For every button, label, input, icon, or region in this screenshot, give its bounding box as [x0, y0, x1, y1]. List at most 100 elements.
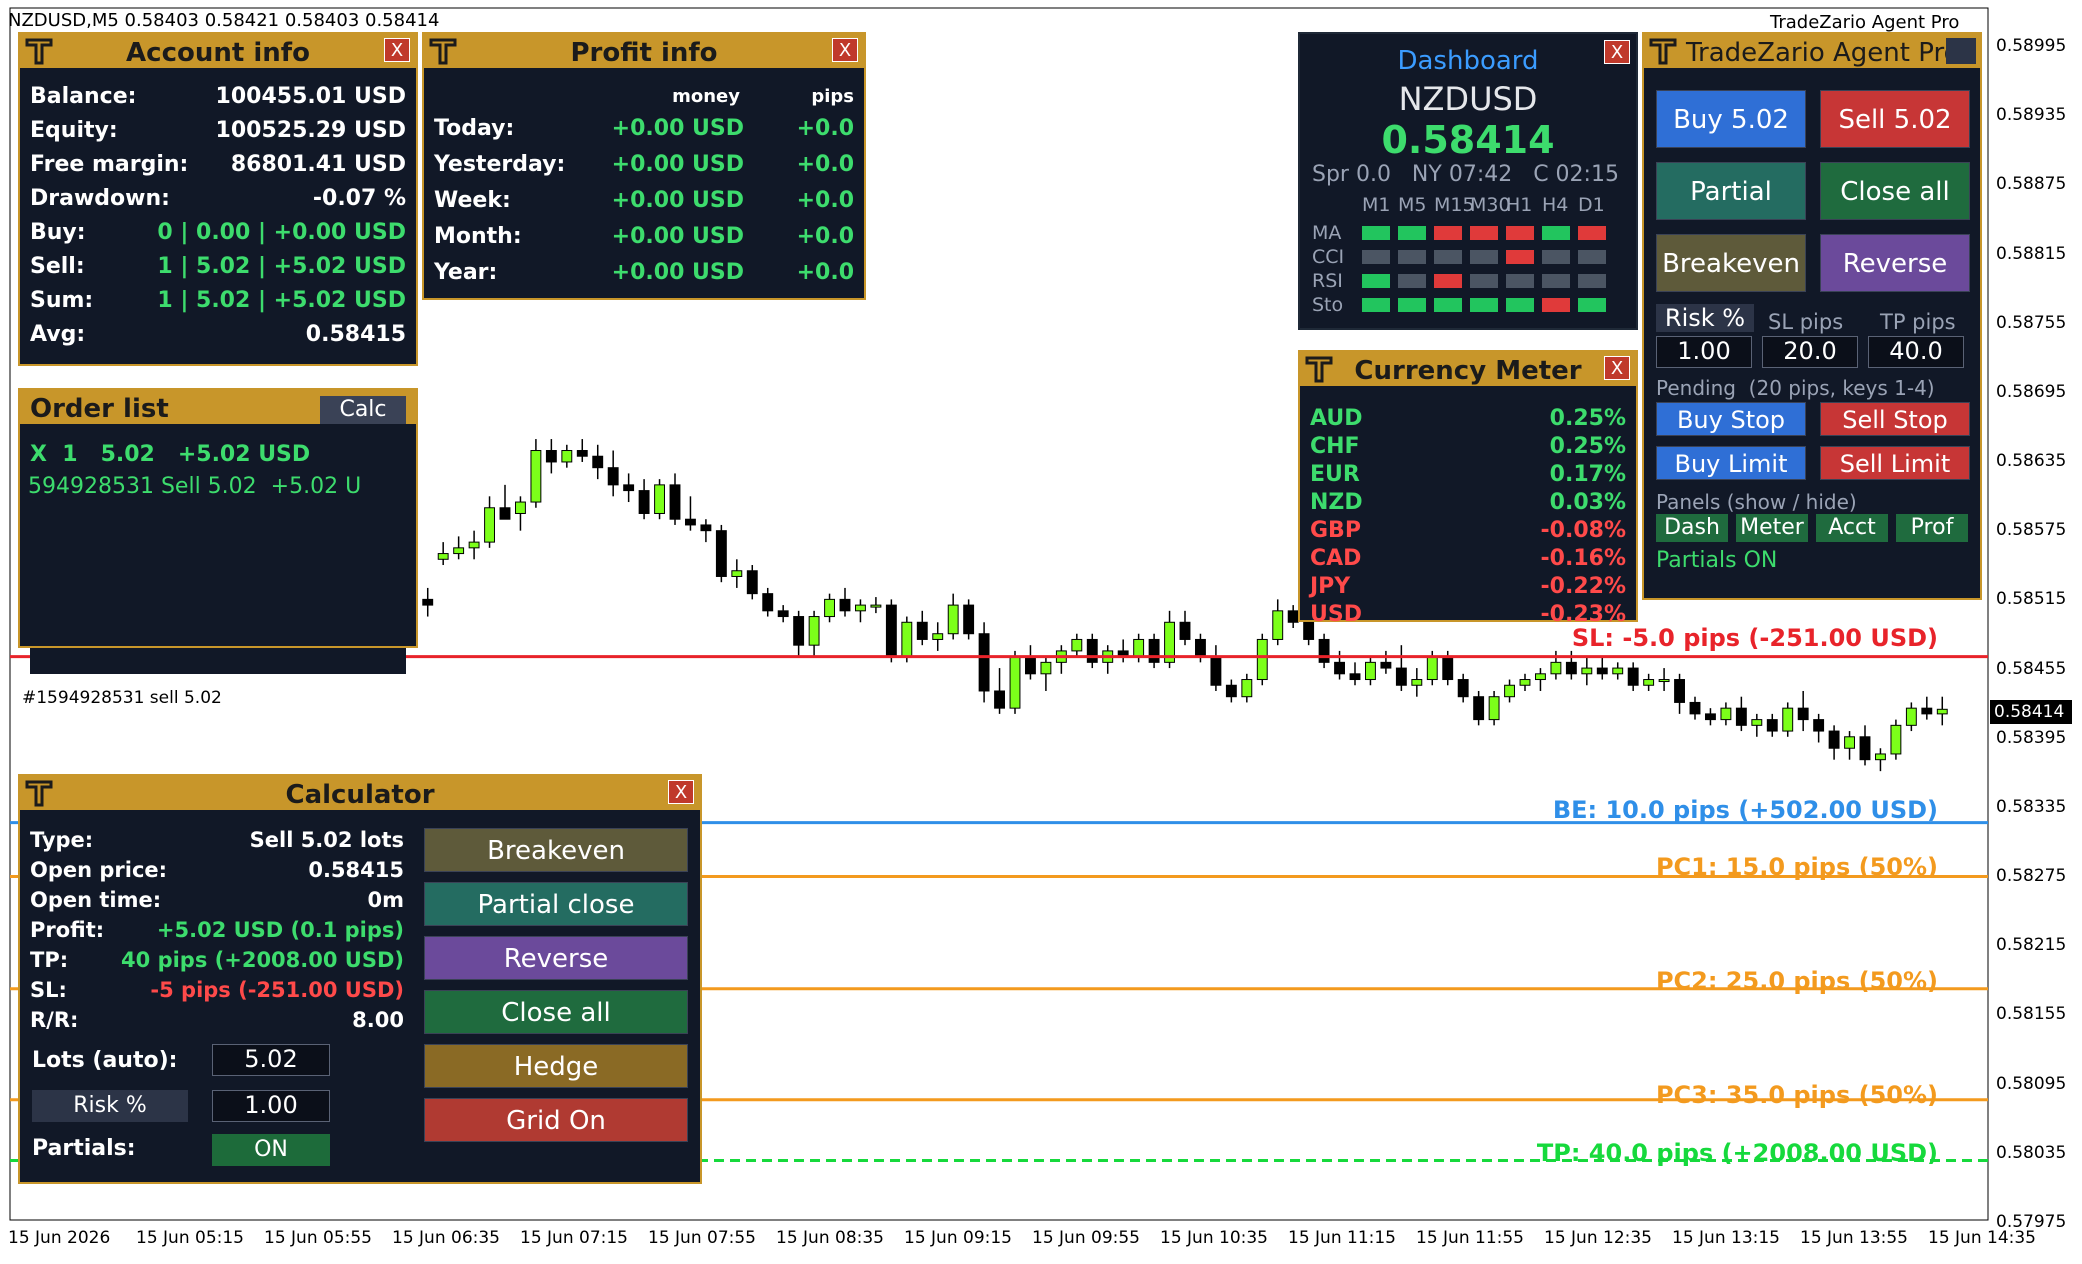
prof-toggle[interactable]: Prof	[1896, 514, 1968, 542]
grid-on-button[interactable]: Grid On	[424, 1098, 688, 1142]
close-icon[interactable]: X	[832, 38, 858, 62]
reverse-button[interactable]: Reverse	[1820, 234, 1970, 292]
dashboard-title[interactable]: Dashboard	[1300, 46, 1636, 76]
candle-body	[1797, 707, 1809, 721]
sl-pips-input[interactable]: 20.0	[1762, 336, 1858, 368]
partial-button[interactable]: Partial	[1656, 162, 1806, 220]
minimize-button[interactable]	[1946, 38, 1976, 64]
time-tick-label: 15 Jun 09:15	[904, 1228, 1012, 1248]
signal-cell	[1542, 250, 1570, 264]
candle-body	[1565, 661, 1577, 675]
candle-body	[1519, 679, 1531, 686]
sell-button[interactable]: Sell 5.02	[1820, 90, 1970, 148]
order-list-panel: Order list Calc X 1 5.02 +5.02 USD 59492…	[18, 388, 418, 674]
lots-label: Lots (auto):	[32, 1048, 178, 1073]
indicator-label: CCI	[1312, 246, 1345, 268]
candle-body	[1365, 661, 1376, 681]
risk-input[interactable]: 1.00	[212, 1090, 330, 1122]
close-icon[interactable]: X	[1604, 356, 1630, 380]
candle-body	[885, 604, 897, 658]
candle-body	[1550, 661, 1562, 675]
candle-body	[1009, 656, 1021, 709]
account-row-label: Sum:	[30, 288, 94, 313]
candle-body	[1195, 638, 1206, 658]
indicator-label: Sto	[1312, 294, 1344, 316]
candle-body	[1380, 661, 1392, 669]
calc-row-value: -5 pips (-251.00 USD)	[150, 978, 404, 1002]
col-pips-header: pips	[811, 86, 854, 107]
buy-limit-button[interactable]: Buy Limit	[1656, 446, 1806, 480]
sl-level-label[interactable]: SL: -5.0 pips (-251.00 USD)	[1572, 624, 1938, 652]
calc-button[interactable]: Calc	[320, 396, 406, 424]
tradezario-logo-icon	[25, 38, 53, 65]
tp-level-label[interactable]: TP: 40.0 pips (+2008.00 USD)	[1537, 1139, 1938, 1167]
signal-cell	[1470, 298, 1498, 312]
account-info-title[interactable]: Account info	[20, 34, 416, 68]
agent-title[interactable]: TradeZario Agent Pro	[1644, 34, 1980, 68]
candle-body	[1689, 701, 1701, 715]
indicator-label: MA	[1312, 222, 1342, 244]
calc-row-label: R/R:	[30, 1008, 79, 1032]
partials-status: Partials ON	[1656, 548, 1778, 573]
sell-limit-button[interactable]: Sell Limit	[1820, 446, 1970, 480]
breakeven-button[interactable]: Breakeven	[1656, 234, 1806, 292]
reverse-button[interactable]: Reverse	[424, 936, 688, 980]
close-icon[interactable]: X	[668, 780, 694, 804]
candle-body	[1148, 638, 1160, 663]
buy-stop-button[interactable]: Buy Stop	[1656, 402, 1806, 436]
be-level-label[interactable]: BE: 10.0 pips (+502.00 USD)	[1553, 796, 1938, 824]
profit-pips-value: +0.0	[796, 188, 854, 213]
candle-body	[468, 541, 480, 549]
time-tick-label: 15 Jun 11:15	[1288, 1228, 1396, 1248]
partial-close-button[interactable]: Partial close	[424, 882, 688, 926]
risk-input[interactable]: 1.00	[1656, 336, 1752, 368]
lots-input[interactable]: 5.02	[212, 1044, 330, 1076]
timeframe-label: M5	[1398, 194, 1427, 216]
brand-watermark: TradeZario Agent Pro	[1770, 12, 1960, 33]
account-row-label: Drawdown:	[30, 186, 170, 211]
breakeven-button[interactable]: Breakeven	[424, 828, 688, 872]
timeframe-label: M15	[1434, 194, 1475, 216]
account-row-value: 100455.01 USD	[215, 84, 406, 109]
dash-toggle[interactable]: Dash	[1656, 514, 1728, 542]
sell-stop-button[interactable]: Sell Stop	[1820, 402, 1970, 436]
calc-row: TP: 40 pips (+2008.00 USD)	[30, 948, 404, 982]
pc2-level-label[interactable]: PC2: 25.0 pips (50%)	[1656, 967, 1938, 995]
calc-row-label: Profit:	[30, 918, 105, 942]
tp-pips-input[interactable]: 40.0	[1868, 336, 1964, 368]
currency-meter-title[interactable]: Currency Meter	[1300, 352, 1636, 386]
risk-mode-toggle[interactable]: Risk %	[1656, 304, 1754, 332]
candle-body	[1859, 736, 1871, 761]
dashboard-price: 0.58414	[1381, 118, 1555, 162]
signal-cell	[1542, 274, 1570, 288]
signal-cell	[1434, 274, 1462, 288]
close-all-button[interactable]: Close all	[424, 990, 688, 1034]
pc3-level-label[interactable]: PC3: 35.0 pips (50%)	[1656, 1081, 1938, 1109]
close-icon[interactable]: X	[1604, 40, 1630, 64]
candle-body	[1179, 621, 1191, 640]
candle-body	[700, 524, 712, 532]
candle-body	[1766, 719, 1778, 732]
partials-toggle[interactable]: ON	[212, 1134, 330, 1166]
pc1-level-label[interactable]: PC1: 15.0 pips (50%)	[1656, 853, 1938, 881]
risk-mode-button[interactable]: Risk %	[32, 1090, 188, 1122]
buy-button[interactable]: Buy 5.02	[1656, 90, 1806, 148]
close-icon[interactable]: X	[384, 38, 410, 62]
candle-body	[947, 604, 959, 635]
candle-body	[1674, 679, 1685, 703]
candle-body	[777, 610, 789, 618]
meter-toggle[interactable]: Meter	[1736, 514, 1808, 542]
account-row-value: 0 | 0.00 | +0.00 USD	[157, 220, 406, 245]
calc-row-label: Type:	[30, 828, 94, 852]
signal-cell	[1506, 250, 1534, 264]
order-row[interactable]: 594928531 Sell 5.02 +5.02 U	[28, 474, 412, 499]
order-list-scrollbar[interactable]	[30, 648, 406, 674]
acct-toggle[interactable]: Acct	[1816, 514, 1888, 542]
close-all-button[interactable]: Close all	[1820, 162, 1970, 220]
profit-pips-value: +0.0	[796, 260, 854, 285]
profit-info-title[interactable]: Profit info	[424, 34, 864, 68]
signal-cell	[1578, 298, 1606, 312]
candle-body	[1705, 713, 1716, 721]
order-summary-row[interactable]: X 1 5.02 +5.02 USD	[30, 442, 310, 467]
hedge-button[interactable]: Hedge	[424, 1044, 688, 1088]
